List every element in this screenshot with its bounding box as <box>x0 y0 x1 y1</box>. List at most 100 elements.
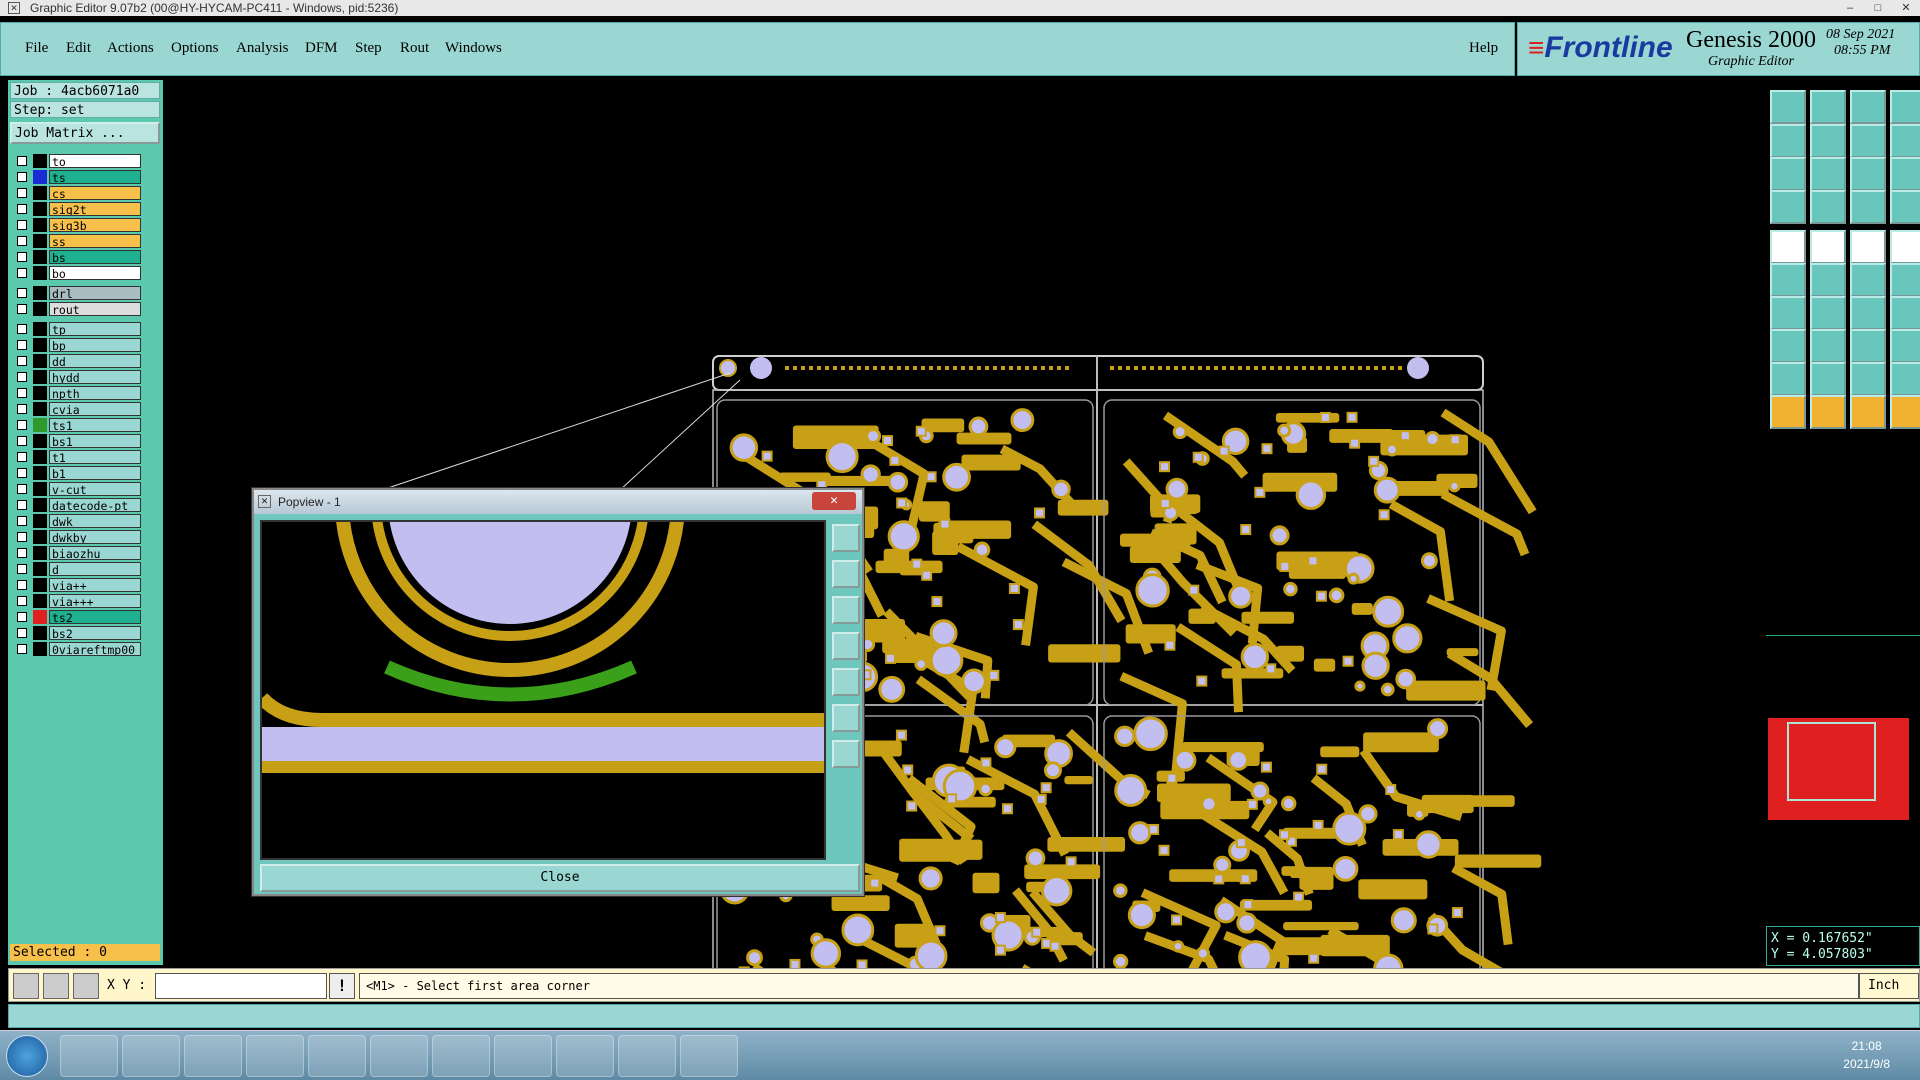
layer-checkbox[interactable] <box>17 596 27 606</box>
taskbar-clock[interactable]: 21:08 2021/9/8 <box>1843 1037 1890 1073</box>
layer-color-swatch[interactable] <box>33 186 47 200</box>
menu-edit[interactable]: Edit <box>66 40 91 57</box>
taskbar-app-7[interactable] <box>432 1035 490 1077</box>
right-in-icon[interactable] <box>1810 124 1846 158</box>
popview-down-icon[interactable] <box>832 596 860 624</box>
minus-icon[interactable] <box>1810 329 1846 363</box>
measure-icon[interactable] <box>43 973 69 999</box>
units-selector[interactable]: Inch <box>1859 973 1919 999</box>
layer-name[interactable]: via++ <box>49 578 141 592</box>
menu-options[interactable]: Options <box>171 40 219 57</box>
popview-center-icon[interactable] <box>832 740 860 768</box>
layer-row[interactable]: cvia <box>14 402 141 416</box>
layer-name[interactable]: via+++ <box>49 594 141 608</box>
layer-name[interactable]: to <box>49 154 141 168</box>
minimize-button[interactable]: – <box>1836 0 1864 16</box>
layer-row[interactable]: dd <box>14 354 141 368</box>
layer-checkbox[interactable] <box>17 564 27 574</box>
taskbar-app-3[interactable] <box>184 1035 242 1077</box>
upload-icon[interactable] <box>1770 90 1806 124</box>
layer-checkbox[interactable] <box>17 304 27 314</box>
layer-name[interactable]: drl <box>49 286 141 300</box>
popview-zoom-icon[interactable] <box>832 524 860 552</box>
layer-name[interactable]: ss <box>49 234 141 248</box>
slash-icon[interactable] <box>1810 296 1846 330</box>
layer-name[interactable]: dwkby <box>49 530 141 544</box>
layer-row[interactable]: bs2 <box>14 626 141 640</box>
message-button[interactable]: ! <box>329 973 355 999</box>
menu-windows[interactable]: Windows <box>445 40 502 57</box>
layer-color-swatch[interactable] <box>33 170 47 184</box>
popview-fit-icon[interactable] <box>832 704 860 732</box>
layer-row[interactable]: ts1 <box>14 418 141 432</box>
layer-color-swatch[interactable] <box>33 202 47 216</box>
layer-name[interactable]: hydd <box>49 370 141 384</box>
layer-color-swatch[interactable] <box>33 482 47 496</box>
popview-close-icon[interactable]: ✕ <box>812 492 856 510</box>
layer-checkbox[interactable] <box>17 388 27 398</box>
layer-row[interactable]: rout <box>14 302 141 316</box>
layer-name[interactable]: bo <box>49 266 141 280</box>
angle-icon[interactable] <box>1770 296 1806 330</box>
add-pad-icon[interactable] <box>1770 230 1806 264</box>
layer-row[interactable]: bo <box>14 266 141 280</box>
taskbar-app-5[interactable] <box>308 1035 366 1077</box>
layer-color-swatch[interactable] <box>33 302 47 316</box>
layer-name[interactable]: datecode-pt <box>49 498 141 512</box>
menu-rout[interactable]: Rout <box>400 40 429 57</box>
layer-name[interactable]: t1 <box>49 450 141 464</box>
layer-checkbox[interactable] <box>17 420 27 430</box>
overview-map[interactable] <box>1766 635 1920 872</box>
taskbar-app-4[interactable] <box>246 1035 304 1077</box>
layer-name[interactable]: b1 <box>49 466 141 480</box>
link-icon[interactable] <box>1890 263 1920 297</box>
xy-input[interactable] <box>155 973 327 999</box>
layer-name[interactable]: rout <box>49 302 141 316</box>
probe-icon[interactable] <box>1770 190 1806 224</box>
node-icon[interactable] <box>1770 263 1806 297</box>
layer-row[interactable]: d <box>14 562 141 576</box>
layer-name[interactable]: npth <box>49 386 141 400</box>
menu-actions[interactable]: Actions <box>107 40 154 57</box>
layer-checkbox[interactable] <box>17 580 27 590</box>
layer-row[interactable]: dwkby <box>14 530 141 544</box>
popview-titlebar[interactable]: ✕ Popview - 1 <box>254 490 862 514</box>
layer-row[interactable]: t1 <box>14 450 141 464</box>
popview-canvas[interactable] <box>260 520 826 860</box>
layer-checkbox[interactable] <box>17 628 27 638</box>
layer-checkbox[interactable] <box>17 156 27 166</box>
cross-icon[interactable] <box>1810 263 1846 297</box>
layer-name[interactable]: bs1 <box>49 434 141 448</box>
menu-step[interactable]: Step <box>355 40 382 57</box>
layer-name[interactable]: bp <box>49 338 141 352</box>
compress-icon[interactable] <box>1810 157 1846 191</box>
tent-icon[interactable] <box>1890 362 1920 396</box>
layer-name[interactable]: sig3b <box>49 218 141 232</box>
layer-checkbox[interactable] <box>17 452 27 462</box>
layer-color-swatch[interactable] <box>33 322 47 336</box>
taskbar-app-6[interactable] <box>370 1035 428 1077</box>
layer-name[interactable]: cvia <box>49 402 141 416</box>
layer-checkbox[interactable] <box>17 204 27 214</box>
select-icon[interactable] <box>1810 395 1846 429</box>
download-icon[interactable] <box>1810 90 1846 124</box>
layer-row[interactable]: hydd <box>14 370 141 384</box>
panel-icon[interactable] <box>1890 90 1920 124</box>
layer-color-swatch[interactable] <box>33 642 47 656</box>
close-window-button[interactable]: ✕ <box>1892 0 1920 16</box>
job-matrix-button[interactable]: Job Matrix ... <box>10 122 160 144</box>
layer-name[interactable]: ts2 <box>49 610 141 624</box>
layer-row[interactable]: cs <box>14 186 141 200</box>
route-icon[interactable] <box>1850 190 1886 224</box>
help-icon[interactable] <box>1890 157 1920 191</box>
layer-name[interactable]: ts <box>49 170 141 184</box>
layer-color-swatch[interactable] <box>33 562 47 576</box>
layer-row[interactable]: v-cut <box>14 482 141 496</box>
layer-color-swatch[interactable] <box>33 546 47 560</box>
layer-name[interactable]: biaozhu <box>49 546 141 560</box>
expand-icon[interactable] <box>1770 157 1806 191</box>
layer-row[interactable]: via+++ <box>14 594 141 608</box>
layer-color-swatch[interactable] <box>33 578 47 592</box>
layer-color-swatch[interactable] <box>33 434 47 448</box>
layer-row[interactable]: tp <box>14 322 141 336</box>
